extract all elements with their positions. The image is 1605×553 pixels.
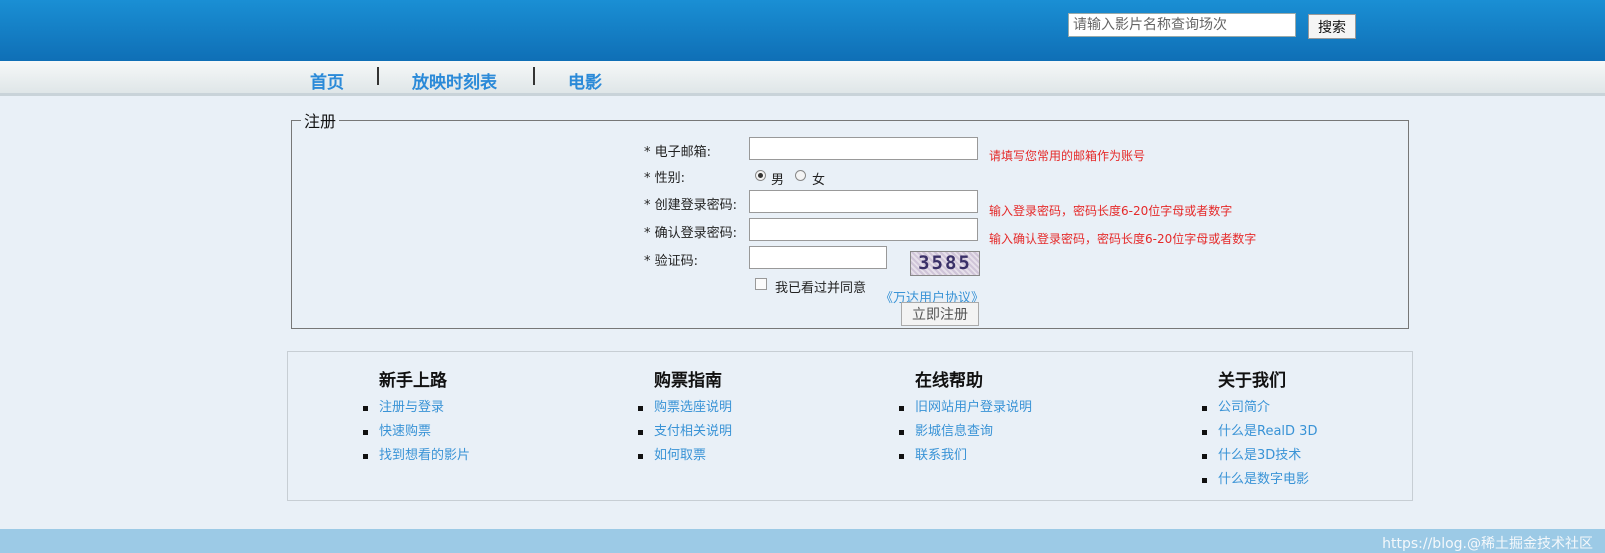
footer-list-item: 什么是3D技术 bbox=[1202, 447, 1317, 471]
password-field[interactable] bbox=[749, 190, 978, 213]
gender-female-radio[interactable] bbox=[795, 170, 806, 181]
confirm-password-label: * 确认登录密码: bbox=[644, 226, 738, 241]
footer-link[interactable]: 注册与登录 bbox=[379, 400, 444, 415]
footer-link[interactable]: 如何取票 bbox=[654, 448, 706, 463]
footer-link[interactable]: 旧网站用户登录说明 bbox=[915, 400, 1032, 415]
footer-link[interactable]: 找到想看的影片 bbox=[379, 448, 470, 463]
footer-link[interactable]: 公司简介 bbox=[1218, 400, 1270, 415]
footer-list-item: 旧网站用户登录说明 bbox=[899, 399, 1032, 423]
gender-label: * 性别: bbox=[644, 171, 686, 186]
email-hint: 请填写您常用的邮箱作为账号 bbox=[989, 149, 1146, 163]
gender-male-label: 男 bbox=[771, 173, 785, 188]
footer-list-item: 公司简介 bbox=[1202, 399, 1317, 423]
nav-home[interactable]: 首页 bbox=[310, 68, 344, 93]
confirm-password-hint: 输入确认登录密码，密码长度6-20位字母或者数字 bbox=[989, 232, 1257, 246]
footer-link[interactable]: 什么是数字电影 bbox=[1218, 472, 1309, 487]
footer-list-item: 联系我们 bbox=[899, 447, 1032, 471]
captcha-image[interactable]: 3585 bbox=[910, 251, 980, 276]
footer-list-item: 注册与登录 bbox=[363, 399, 470, 423]
password-hint: 输入登录密码，密码长度6-20位字母或者数字 bbox=[989, 204, 1233, 218]
nav-movies[interactable]: 电影 bbox=[568, 68, 602, 93]
footer-column: 在线帮助 旧网站用户登录说明 影城信息查询 联系我们 bbox=[899, 366, 1032, 471]
bottom-bar: https://blog.@稀土掘金技术社区 bbox=[0, 529, 1605, 553]
nav-separator bbox=[533, 67, 535, 85]
agree-checkbox[interactable] bbox=[755, 278, 767, 290]
register-legend: 注册 bbox=[304, 112, 337, 131]
footer-link[interactable]: 影城信息查询 bbox=[915, 424, 993, 439]
captcha-label: * 验证码: bbox=[644, 254, 699, 269]
footer-link[interactable]: 支付相关说明 bbox=[654, 424, 732, 439]
main-nav: 首页 放映时刻表 电影 bbox=[0, 61, 1605, 96]
footer-column-title: 在线帮助 bbox=[915, 371, 983, 391]
footer-list-item: 影城信息查询 bbox=[899, 423, 1032, 447]
agree-text: 我已看过并同意 bbox=[775, 281, 867, 296]
footer-list-item: 如何取票 bbox=[638, 447, 732, 471]
nav-schedule[interactable]: 放映时刻表 bbox=[412, 68, 497, 93]
gender-female-label: 女 bbox=[812, 173, 826, 188]
footer-link[interactable]: 联系我们 bbox=[915, 448, 967, 463]
nav-separator bbox=[377, 67, 379, 85]
register-submit-button[interactable]: 立即注册 bbox=[901, 302, 979, 326]
footer-link[interactable]: 购票选座说明 bbox=[654, 400, 732, 415]
confirm-password-field[interactable] bbox=[749, 218, 978, 241]
footer-help-links: 新手上路 注册与登录 快速购票 找到想看的影片 购票指南 购票选座说明 支付相关… bbox=[287, 351, 1413, 501]
gender-male-radio[interactable] bbox=[755, 170, 766, 181]
footer-column-title: 新手上路 bbox=[379, 371, 447, 391]
footer-column-title: 关于我们 bbox=[1218, 371, 1286, 391]
top-header-bar: 搜索 bbox=[0, 0, 1605, 61]
footer-list-item: 什么是数字电影 bbox=[1202, 471, 1317, 495]
captcha-field[interactable] bbox=[749, 246, 887, 269]
footer-list-item: 快速购票 bbox=[363, 423, 470, 447]
footer-link[interactable]: 快速购票 bbox=[379, 424, 431, 439]
footer-list-item: 什么是RealD 3D bbox=[1202, 423, 1317, 447]
footer-list-item: 支付相关说明 bbox=[638, 423, 732, 447]
search-button[interactable]: 搜索 bbox=[1308, 14, 1356, 39]
movie-search-input[interactable] bbox=[1068, 13, 1296, 37]
email-label: * 电子邮箱: bbox=[644, 145, 712, 160]
footer-link[interactable]: 什么是3D技术 bbox=[1218, 448, 1301, 463]
footer-column: 关于我们 公司简介 什么是RealD 3D 什么是3D技术 什么是数字电影 bbox=[1202, 366, 1317, 495]
footer-column-title: 购票指南 bbox=[654, 371, 722, 391]
footer-column: 新手上路 注册与登录 快速购票 找到想看的影片 bbox=[363, 366, 470, 471]
footer-list-item: 找到想看的影片 bbox=[363, 447, 470, 471]
email-field[interactable] bbox=[749, 137, 978, 160]
watermark-text: https://blog.@稀土掘金技术社区 bbox=[1382, 536, 1593, 552]
password-label: * 创建登录密码: bbox=[644, 198, 738, 213]
footer-column: 购票指南 购票选座说明 支付相关说明 如何取票 bbox=[638, 366, 732, 471]
footer-link[interactable]: 什么是RealD 3D bbox=[1218, 424, 1317, 439]
footer-list-item: 购票选座说明 bbox=[638, 399, 732, 423]
